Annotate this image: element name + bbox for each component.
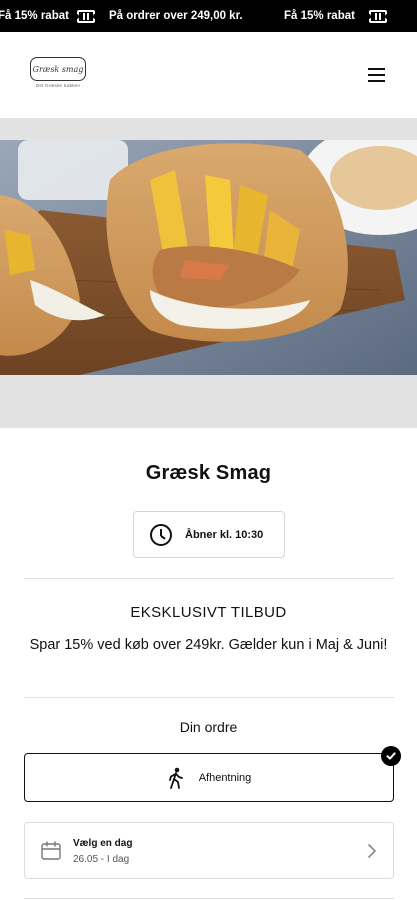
logo-subtext: Det Græske Køkken — [35, 83, 81, 88]
restaurant-name: Græsk Smag — [145, 462, 272, 484]
divider — [24, 578, 394, 579]
header: Græsk smag Det Græske Køkken — [0, 32, 417, 118]
promo-text: På ordrer over 249,00 kr. — [109, 10, 243, 22]
divider — [24, 697, 394, 698]
logo-text: Græsk smag — [30, 57, 86, 81]
clock-icon — [150, 523, 172, 546]
order-title: Din ordre — [179, 719, 238, 735]
offer-title: EKSKLUSIVT TILBUD — [130, 604, 287, 621]
promo-text: Få 15% rabat — [0, 10, 69, 22]
ticket-icon — [367, 0, 389, 32]
divider — [24, 898, 394, 899]
promo-text: Få 15% rabat — [284, 10, 355, 22]
logo[interactable]: Græsk smag Det Græske Køkken — [30, 57, 86, 89]
pickup-option-button[interactable]: Afhentning — [24, 753, 394, 802]
promo-bar: Få 15% rabat På ordrer over 249,00 kr. F… — [0, 0, 417, 32]
day-picker[interactable]: Vælg en dag 26.05 - I dag — [24, 822, 394, 879]
day-picker-value: 26.05 - I dag — [73, 854, 130, 865]
hero-image — [0, 140, 417, 375]
chevron-right-icon — [368, 844, 376, 858]
calendar-icon — [41, 841, 61, 860]
opening-hours-badge: Åbner kl. 10:30 — [133, 511, 285, 558]
walking-person-icon — [168, 767, 183, 789]
ticket-icon — [75, 0, 97, 32]
checkmark-icon — [381, 746, 401, 766]
opening-hours-text: Åbner kl. 10:30 — [185, 528, 264, 541]
day-picker-label: Vælg en dag — [73, 838, 133, 849]
offer-text: Spar 15% ved køb over 249kr. Gælder kun … — [29, 637, 388, 653]
hamburger-menu-icon[interactable] — [366, 66, 388, 84]
pickup-label: Afhentning — [198, 771, 252, 784]
